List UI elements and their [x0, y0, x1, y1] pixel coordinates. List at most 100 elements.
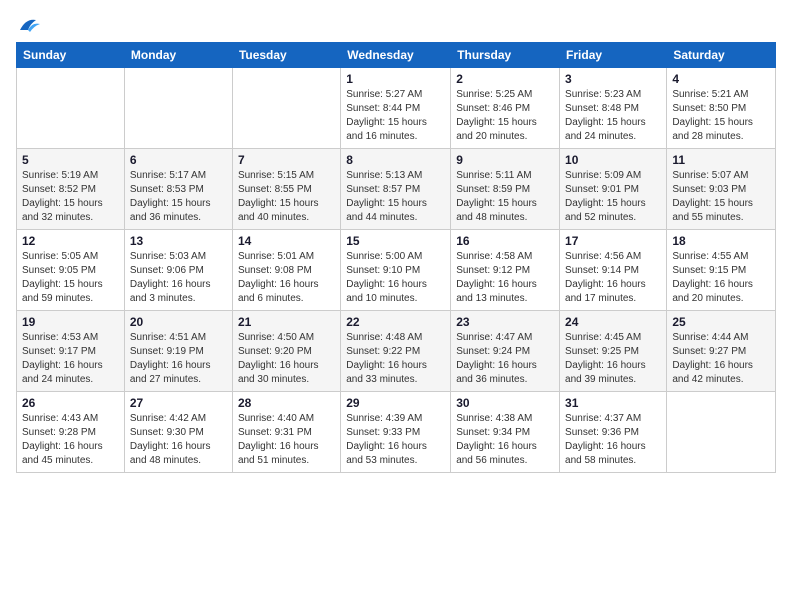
- calendar-cell: 26 Sunrise: 4:43 AM Sunset: 9:28 PM Dayli…: [17, 392, 125, 473]
- calendar-cell: 5 Sunrise: 5:19 AM Sunset: 8:52 PM Daylig…: [17, 149, 125, 230]
- calendar-cell: 12 Sunrise: 5:05 AM Sunset: 9:05 PM Dayli…: [17, 230, 125, 311]
- day-number: 26: [22, 396, 119, 410]
- week-row-1: 1 Sunrise: 5:27 AM Sunset: 8:44 PM Daylig…: [17, 68, 776, 149]
- day-info: Sunrise: 4:39 AM Sunset: 9:33 PM Dayligh…: [346, 412, 445, 468]
- calendar-cell: 2 Sunrise: 5:25 AM Sunset: 8:46 PM Daylig…: [451, 68, 560, 149]
- day-number: 3: [565, 72, 661, 86]
- day-info: Sunrise: 5:05 AM Sunset: 9:05 PM Dayligh…: [22, 250, 119, 306]
- logo: [16, 16, 40, 34]
- day-number: 27: [130, 396, 227, 410]
- weekday-header-friday: Friday: [560, 43, 667, 68]
- calendar-cell: 4 Sunrise: 5:21 AM Sunset: 8:50 PM Daylig…: [667, 68, 776, 149]
- day-info: Sunrise: 5:01 AM Sunset: 9:08 PM Dayligh…: [238, 250, 335, 306]
- weekday-header-wednesday: Wednesday: [341, 43, 451, 68]
- day-number: 6: [130, 153, 227, 167]
- day-info: Sunrise: 4:44 AM Sunset: 9:27 PM Dayligh…: [672, 331, 770, 387]
- calendar-cell: [17, 68, 125, 149]
- day-info: Sunrise: 5:27 AM Sunset: 8:44 PM Dayligh…: [346, 88, 445, 144]
- day-number: 18: [672, 234, 770, 248]
- calendar-cell: 9 Sunrise: 5:11 AM Sunset: 8:59 PM Daylig…: [451, 149, 560, 230]
- day-number: 23: [456, 315, 554, 329]
- day-number: 12: [22, 234, 119, 248]
- day-info: Sunrise: 5:17 AM Sunset: 8:53 PM Dayligh…: [130, 169, 227, 225]
- weekday-header-sunday: Sunday: [17, 43, 125, 68]
- day-number: 25: [672, 315, 770, 329]
- day-info: Sunrise: 4:38 AM Sunset: 9:34 PM Dayligh…: [456, 412, 554, 468]
- day-info: Sunrise: 4:56 AM Sunset: 9:14 PM Dayligh…: [565, 250, 661, 306]
- calendar-cell: 19 Sunrise: 4:53 AM Sunset: 9:17 PM Dayli…: [17, 311, 125, 392]
- calendar-cell: 24 Sunrise: 4:45 AM Sunset: 9:25 PM Dayli…: [560, 311, 667, 392]
- calendar-cell: 17Sunrise: 4:56 AM Sunset: 9:14 PM Dayli…: [560, 230, 667, 311]
- day-number: 29: [346, 396, 445, 410]
- day-number: 19: [22, 315, 119, 329]
- day-info: Sunrise: 4:43 AM Sunset: 9:28 PM Dayligh…: [22, 412, 119, 468]
- day-info: Sunrise: 4:58 AM Sunset: 9:12 PM Dayligh…: [456, 250, 554, 306]
- day-info: Sunrise: 5:07 AM Sunset: 9:03 PM Dayligh…: [672, 169, 770, 225]
- day-info: Sunrise: 5:25 AM Sunset: 8:46 PM Dayligh…: [456, 88, 554, 144]
- day-number: 10: [565, 153, 661, 167]
- day-info: Sunrise: 4:42 AM Sunset: 9:30 PM Dayligh…: [130, 412, 227, 468]
- day-number: 1: [346, 72, 445, 86]
- calendar-cell: 30Sunrise: 4:38 AM Sunset: 9:34 PM Dayli…: [451, 392, 560, 473]
- day-number: 21: [238, 315, 335, 329]
- day-number: 24: [565, 315, 661, 329]
- logo-bird-icon: [18, 16, 40, 34]
- weekday-header-monday: Monday: [124, 43, 232, 68]
- day-number: 4: [672, 72, 770, 86]
- day-number: 2: [456, 72, 554, 86]
- day-info: Sunrise: 4:48 AM Sunset: 9:22 PM Dayligh…: [346, 331, 445, 387]
- calendar-cell: 6 Sunrise: 5:17 AM Sunset: 8:53 PM Daylig…: [124, 149, 232, 230]
- calendar-cell: [667, 392, 776, 473]
- day-number: 22: [346, 315, 445, 329]
- day-info: Sunrise: 5:15 AM Sunset: 8:55 PM Dayligh…: [238, 169, 335, 225]
- calendar-cell: 25 Sunrise: 4:44 AM Sunset: 9:27 PM Dayli…: [667, 311, 776, 392]
- day-info: Sunrise: 4:53 AM Sunset: 9:17 PM Dayligh…: [22, 331, 119, 387]
- day-number: 9: [456, 153, 554, 167]
- day-info: Sunrise: 5:23 AM Sunset: 8:48 PM Dayligh…: [565, 88, 661, 144]
- calendar-cell: 18Sunrise: 4:55 AM Sunset: 9:15 PM Dayli…: [667, 230, 776, 311]
- day-number: 14: [238, 234, 335, 248]
- weekday-header-thursday: Thursday: [451, 43, 560, 68]
- day-info: Sunrise: 4:45 AM Sunset: 9:25 PM Dayligh…: [565, 331, 661, 387]
- calendar-cell: 31Sunrise: 4:37 AM Sunset: 9:36 PM Dayli…: [560, 392, 667, 473]
- day-number: 28: [238, 396, 335, 410]
- weekday-header-tuesday: Tuesday: [232, 43, 340, 68]
- day-number: 13: [130, 234, 227, 248]
- day-number: 5: [22, 153, 119, 167]
- weekday-header-row: SundayMondayTuesdayWednesdayThursdayFrid…: [17, 43, 776, 68]
- calendar-table: SundayMondayTuesdayWednesdayThursdayFrid…: [16, 42, 776, 473]
- day-info: Sunrise: 4:40 AM Sunset: 9:31 PM Dayligh…: [238, 412, 335, 468]
- day-info: Sunrise: 5:13 AM Sunset: 8:57 PM Dayligh…: [346, 169, 445, 225]
- calendar-cell: 11 Sunrise: 5:07 AM Sunset: 9:03 PM Dayli…: [667, 149, 776, 230]
- calendar-cell: 8 Sunrise: 5:13 AM Sunset: 8:57 PM Daylig…: [341, 149, 451, 230]
- calendar-cell: 27 Sunrise: 4:42 AM Sunset: 9:30 PM Dayli…: [124, 392, 232, 473]
- weekday-header-saturday: Saturday: [667, 43, 776, 68]
- week-row-3: 12 Sunrise: 5:05 AM Sunset: 9:05 PM Dayli…: [17, 230, 776, 311]
- day-info: Sunrise: 5:00 AM Sunset: 9:10 PM Dayligh…: [346, 250, 445, 306]
- day-number: 7: [238, 153, 335, 167]
- calendar-cell: 13 Sunrise: 5:03 AM Sunset: 9:06 PM Dayli…: [124, 230, 232, 311]
- day-number: 20: [130, 315, 227, 329]
- day-info: Sunrise: 4:47 AM Sunset: 9:24 PM Dayligh…: [456, 331, 554, 387]
- calendar-cell: 10 Sunrise: 5:09 AM Sunset: 9:01 PM Dayli…: [560, 149, 667, 230]
- week-row-2: 5 Sunrise: 5:19 AM Sunset: 8:52 PM Daylig…: [17, 149, 776, 230]
- day-info: Sunrise: 5:09 AM Sunset: 9:01 PM Dayligh…: [565, 169, 661, 225]
- calendar-cell: [232, 68, 340, 149]
- week-row-4: 19 Sunrise: 4:53 AM Sunset: 9:17 PM Dayli…: [17, 311, 776, 392]
- calendar-cell: 23 Sunrise: 4:47 AM Sunset: 9:24 PM Dayli…: [451, 311, 560, 392]
- calendar-cell: 7 Sunrise: 5:15 AM Sunset: 8:55 PM Daylig…: [232, 149, 340, 230]
- day-number: 15: [346, 234, 445, 248]
- calendar-cell: 29 Sunrise: 4:39 AM Sunset: 9:33 PM Dayli…: [341, 392, 451, 473]
- calendar-cell: 22 Sunrise: 4:48 AM Sunset: 9:22 PM Dayli…: [341, 311, 451, 392]
- calendar-cell: 20Sunrise: 4:51 AM Sunset: 9:19 PM Dayli…: [124, 311, 232, 392]
- day-info: Sunrise: 5:21 AM Sunset: 8:50 PM Dayligh…: [672, 88, 770, 144]
- day-info: Sunrise: 5:11 AM Sunset: 8:59 PM Dayligh…: [456, 169, 554, 225]
- day-number: 11: [672, 153, 770, 167]
- day-info: Sunrise: 5:19 AM Sunset: 8:52 PM Dayligh…: [22, 169, 119, 225]
- day-number: 8: [346, 153, 445, 167]
- calendar-cell: 3 Sunrise: 5:23 AM Sunset: 8:48 PM Daylig…: [560, 68, 667, 149]
- day-info: Sunrise: 5:03 AM Sunset: 9:06 PM Dayligh…: [130, 250, 227, 306]
- day-number: 31: [565, 396, 661, 410]
- calendar-cell: 1 Sunrise: 5:27 AM Sunset: 8:44 PM Daylig…: [341, 68, 451, 149]
- calendar-cell: 15 Sunrise: 5:00 AM Sunset: 9:10 PM Dayli…: [341, 230, 451, 311]
